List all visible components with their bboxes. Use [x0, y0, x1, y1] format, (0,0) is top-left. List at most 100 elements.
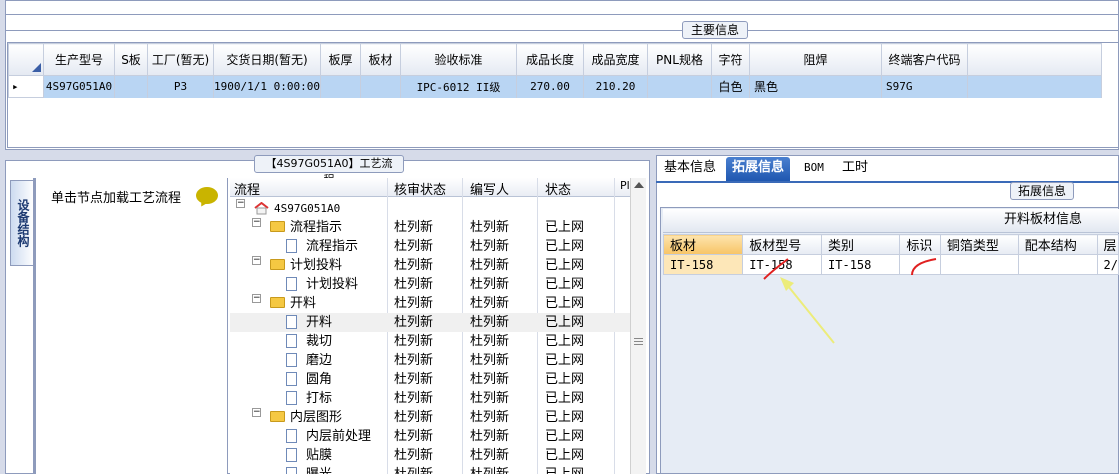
table-cell[interactable] — [360, 75, 401, 98]
column-header[interactable]: 工厂(暂无) — [147, 43, 214, 76]
review-status: 杜列新 — [394, 465, 433, 474]
tree-node-label: 内层图形 — [290, 410, 343, 425]
table-row[interactable]: ▸ 4S97G051A0 P3 1900/1/1 0:00:00 IPC-601… — [8, 75, 1102, 98]
tree-node-label: 裁切 — [306, 334, 333, 349]
process-legend: 【4S97G051A0】工艺流程 — [254, 155, 404, 186]
tab-work-hours[interactable]: 工时 — [836, 157, 874, 181]
table-cell[interactable]: IT-158 — [662, 254, 744, 275]
tab-bom[interactable]: BOM — [798, 157, 830, 181]
status: 已上网 — [545, 315, 585, 330]
tab-basic-info[interactable]: 基本信息 — [658, 157, 722, 181]
author: 杜列新 — [470, 315, 510, 330]
column-header[interactable]: 状态 — [545, 179, 571, 198]
author: 杜列新 — [470, 296, 510, 311]
table-cell[interactable]: 210.20 — [583, 75, 648, 98]
side-tab-equipment-structure[interactable]: 设备结构 — [10, 180, 34, 266]
tree-node-label: 圆角 — [306, 372, 333, 387]
column-header[interactable]: 类别 — [821, 234, 901, 255]
tree-step-row[interactable]: 打标 杜列新 杜列新 已上网 — [230, 389, 630, 408]
tree-folder-row[interactable]: − 内层图形 杜列新 杜列新 已上网 — [230, 408, 630, 427]
scroll-up-icon[interactable] — [634, 182, 644, 188]
vertical-scrollbar[interactable] — [630, 178, 646, 474]
status: 已上网 — [545, 410, 585, 425]
table-cell[interactable]: 270.00 — [516, 75, 584, 98]
tree-step-row[interactable]: 曝光 杜列新 杜列新 已上网 — [230, 465, 630, 474]
column-header[interactable]: 铜箔类型 — [939, 234, 1019, 255]
main-info-title-strip — [6, 1, 1118, 15]
main-info-divider — [5, 30, 1119, 31]
tree-step-row[interactable]: 开料 杜列新 杜列新 已上网 — [230, 313, 630, 332]
tree-root-row[interactable]: − 4S97G051A0 — [230, 199, 630, 218]
tree-step-row[interactable]: 圆角 杜列新 杜列新 已上网 — [230, 370, 630, 389]
table-cell[interactable]: 白色 — [711, 75, 750, 98]
table-cell[interactable] — [320, 75, 361, 98]
status: 已上网 — [545, 448, 585, 463]
review-status: 杜列新 — [394, 353, 434, 368]
column-header[interactable]: 核审状态 — [394, 179, 446, 198]
annotation-red-mark — [911, 258, 937, 276]
home-icon — [254, 199, 269, 218]
annotation-red-mark — [763, 258, 789, 280]
annotation-overlay — [763, 258, 937, 344]
column-header[interactable]: 字符 — [711, 43, 750, 76]
table-cell[interactable]: 2/ — [1096, 254, 1119, 275]
grid-corner[interactable] — [8, 43, 44, 76]
column-header[interactable]: 板厚 — [320, 43, 361, 76]
table-cell[interactable]: P3 — [147, 75, 214, 98]
column-header[interactable]: 板材 — [360, 43, 401, 76]
table-cell[interactable]: IPC-6012 II级 — [400, 75, 517, 98]
tree-step-row[interactable]: 内层前处理 杜列新 杜列新 已上网 — [230, 427, 630, 446]
scroll-grip-icon[interactable] — [634, 338, 643, 345]
row-selector-arrow-icon[interactable]: ▸ — [8, 75, 44, 98]
review-status: 杜列新 — [394, 277, 434, 292]
tree-step-row[interactable]: 计划投料 杜列新 杜列新 已上网 — [230, 275, 630, 294]
tab-extended-info[interactable]: 拓展信息 — [726, 157, 791, 181]
tree-folder-row[interactable]: − 流程指示 杜列新 杜列新 已上网 — [230, 218, 630, 237]
status: 已上网 — [545, 239, 585, 254]
column-header[interactable]: 板材 — [662, 234, 744, 255]
main-info-grid[interactable]: 生产型号 S板 工厂(暂无) 交货日期(暂无) 板厚 板材 验收标准 成品长度 … — [7, 42, 1119, 148]
tree-folder-row[interactable]: − 计划投料 杜列新 杜列新 已上网 — [230, 256, 630, 275]
table-cell[interactable] — [939, 254, 1019, 275]
tree-step-row[interactable]: 磨边 杜列新 杜列新 已上网 — [230, 351, 630, 370]
column-header[interactable]: 生产型号 — [43, 43, 115, 76]
column-header-empty — [967, 43, 1102, 76]
select-all-corner-icon — [32, 63, 41, 72]
tree-node-label: 贴膜 — [306, 448, 333, 463]
tree-step-row[interactable]: 贴膜 杜列新 杜列新 已上网 — [230, 446, 630, 465]
process-tree-grid[interactable]: 流程 核审状态 编写人 状态 Pl − 4S97G051A0 − 流程指示 杜列新杜… — [230, 178, 646, 474]
column-header[interactable]: 标识 — [899, 234, 941, 255]
column-header[interactable]: 终端客户代码 — [881, 43, 968, 76]
column-header[interactable]: S板 — [114, 43, 148, 76]
column-header[interactable]: 验收标准 — [400, 43, 517, 76]
table-cell[interactable]: 4S97G051A0 — [43, 75, 115, 98]
column-header[interactable]: Pl — [620, 179, 630, 192]
column-header[interactable]: 配本结构 — [1017, 234, 1098, 255]
tree-folder-row[interactable]: − 开料 杜列新 杜列新 已上网 — [230, 294, 630, 313]
extended-info-legend: 拓展信息 — [1010, 182, 1074, 200]
table-cell[interactable] — [1017, 254, 1098, 275]
tree-node-label: 磨边 — [306, 353, 333, 368]
tree-step-row[interactable]: 流程指示 杜列新 杜列新 已上网 — [230, 237, 630, 256]
table-cell[interactable] — [114, 75, 148, 98]
review-status: 杜列新 — [394, 391, 434, 406]
table-cell[interactable]: 1900/1/1 0:00:00 — [213, 75, 321, 98]
annotation-arrow-icon — [783, 280, 835, 344]
column-header[interactable]: 层 — [1096, 234, 1119, 255]
author: 杜列新 — [470, 391, 510, 406]
column-header[interactable]: 阻焊 — [749, 43, 882, 76]
column-header[interactable]: 板材型号 — [742, 234, 823, 255]
author: 杜列新 — [470, 372, 510, 387]
column-header[interactable]: 成品宽度 — [583, 43, 648, 76]
table-cell[interactable]: S97G — [881, 75, 968, 98]
material-table-title-text: 开料板材信息 — [1004, 212, 1083, 227]
column-header[interactable]: 编写人 — [470, 179, 509, 198]
column-header[interactable]: 流程 — [234, 179, 260, 198]
table-cell[interactable] — [647, 75, 712, 98]
tree-step-row[interactable]: 裁切 杜列新 杜列新 已上网 — [230, 332, 630, 351]
column-header[interactable]: 交货日期(暂无) — [213, 43, 321, 76]
column-header[interactable]: PNL规格 — [647, 43, 712, 76]
author: 杜列新 — [470, 220, 510, 235]
column-header[interactable]: 成品长度 — [516, 43, 584, 76]
table-cell[interactable]: 黑色 — [749, 75, 882, 98]
